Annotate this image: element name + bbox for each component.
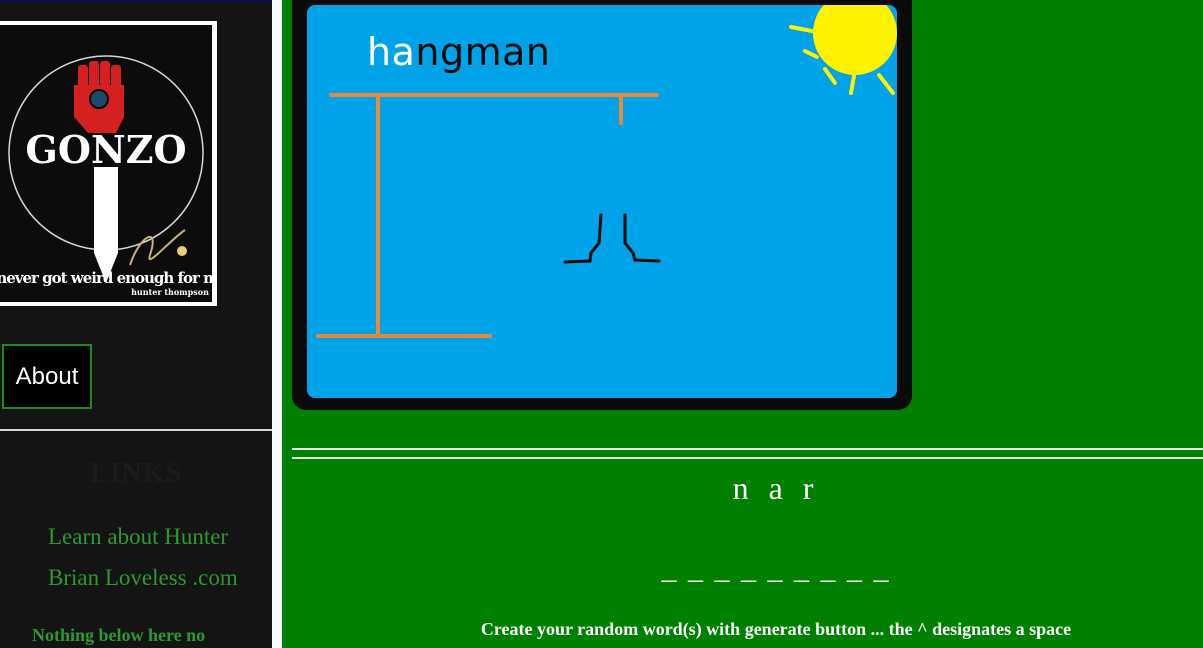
sidebar-gutter xyxy=(272,0,282,648)
guessed-letters: n a r xyxy=(732,470,820,506)
poster-artwork: GONZO it never got weird enough for me h… xyxy=(0,25,212,302)
poster-author: hunter thompson xyxy=(131,287,209,297)
instructions-text: Create your random word(s) with generate… xyxy=(480,619,1072,639)
poster-flourish xyxy=(177,246,187,256)
double-divider xyxy=(292,448,1203,460)
word-blanks: _ _ _ _ _ _ _ _ _ xyxy=(661,552,891,585)
hangman-legs xyxy=(563,213,661,264)
about-button[interactable]: About xyxy=(2,344,92,409)
sidebar-footer-note: Nothing below here no xyxy=(32,625,206,645)
link-brian-loveless[interactable]: Brian Loveless .com xyxy=(48,565,238,591)
hangman-canvas: hangman xyxy=(307,5,897,398)
gallows xyxy=(316,93,659,338)
dagger-icon xyxy=(94,167,118,283)
sidebar: GONZO it never got weird enough for me h… xyxy=(0,0,272,648)
sidebar-divider xyxy=(0,429,272,431)
sun-icon xyxy=(789,5,897,95)
link-learn-about-hunter[interactable]: Learn about Hunter xyxy=(48,524,228,550)
gonzo-poster-image: GONZO it never got weird enough for me h… xyxy=(0,21,217,306)
poster-title: GONZO xyxy=(25,127,186,172)
gonzo-poster-svg: GONZO it never got weird enough for me h… xyxy=(0,55,212,297)
hangman-drawing xyxy=(316,5,897,338)
sidebar-top-border xyxy=(0,0,272,2)
poster-quote: it never got weird enough for me xyxy=(0,269,212,287)
fist-icon xyxy=(74,61,124,133)
links-heading: LINKS xyxy=(89,458,183,489)
